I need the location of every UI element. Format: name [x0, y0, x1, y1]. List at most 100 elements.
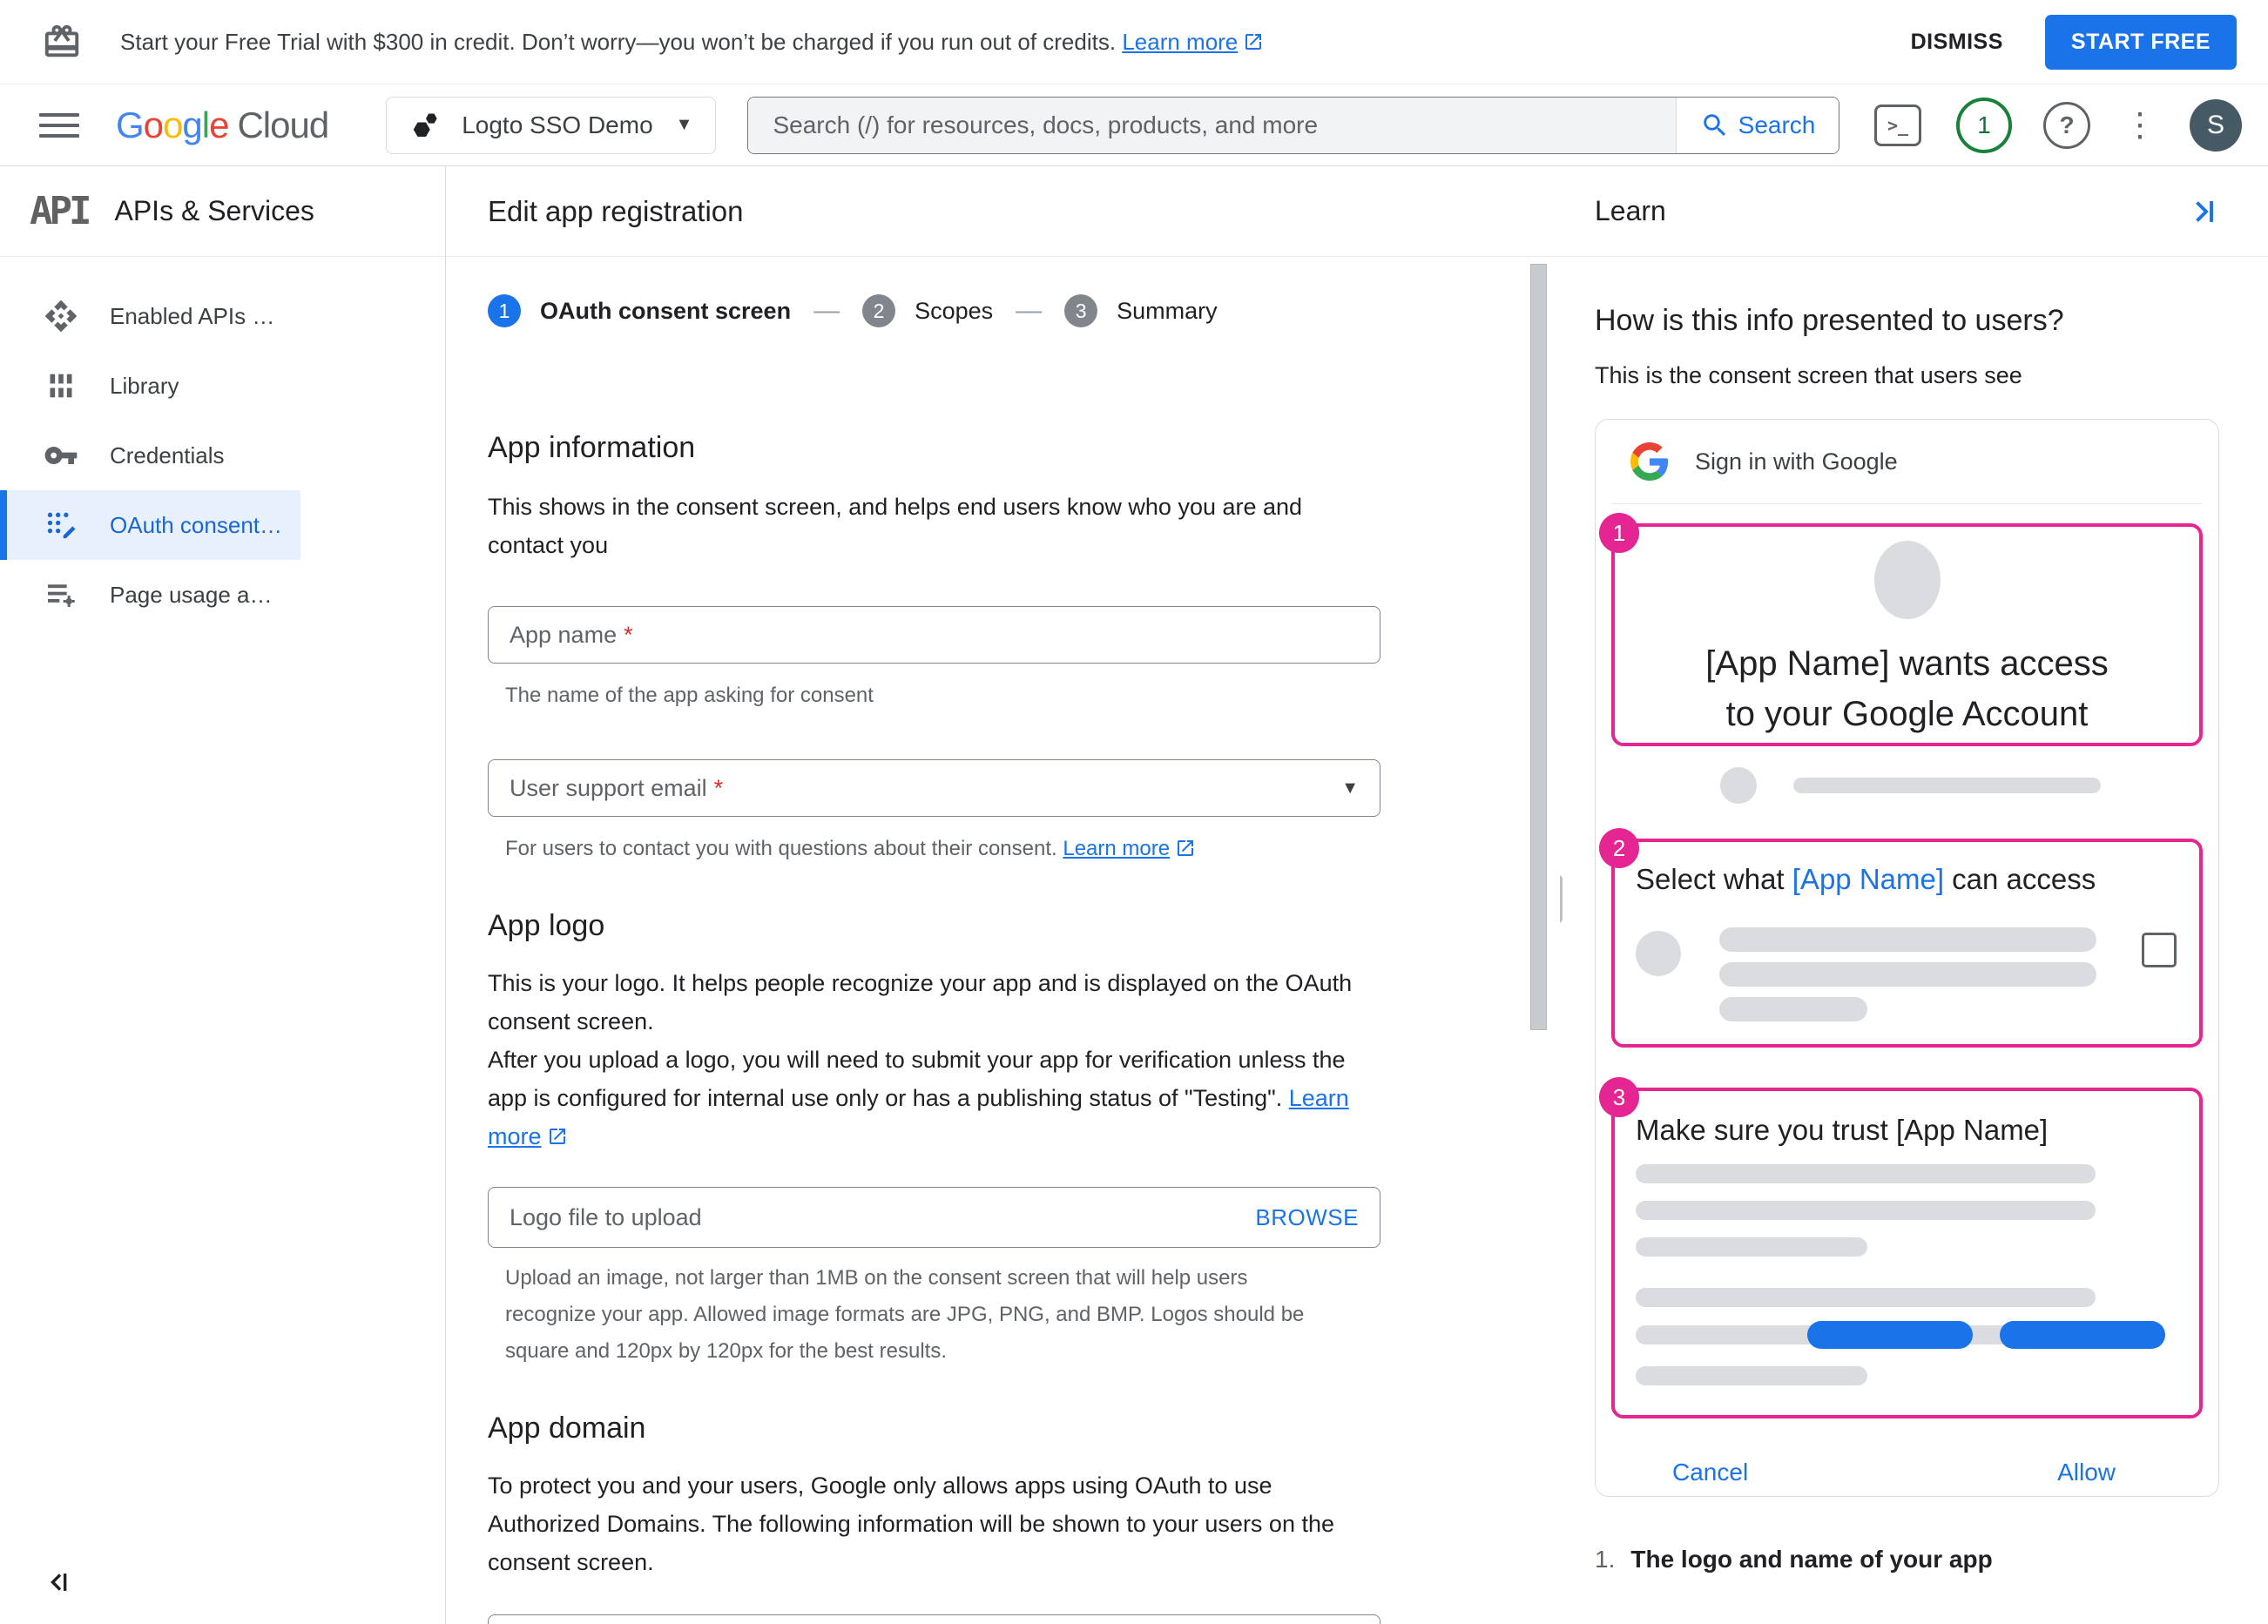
logo-upload-field[interactable]: Logo file to upload BROWSE: [488, 1187, 1380, 1248]
signin-header-text: Sign in with Google: [1695, 448, 1898, 475]
scope-line-placeholder: [1719, 927, 2096, 952]
learn-header: Learn: [1560, 166, 2268, 257]
search-input[interactable]: [748, 97, 1676, 153]
api-product-icon: API: [30, 189, 92, 233]
help-icon[interactable]: ?: [2043, 101, 2090, 149]
sidebar: API APIs & Services Enabled APIs … Libra…: [0, 166, 446, 1624]
sidebar-item-label: OAuth consent…: [110, 511, 282, 538]
more-options-icon[interactable]: ⋮: [2123, 109, 2157, 142]
library-icon: [50, 374, 72, 398]
external-link-icon: [1245, 33, 1262, 50]
account-avatar-placeholder: [1720, 767, 1757, 804]
sidebar-item-label: Credentials: [110, 441, 225, 468]
step-3-label[interactable]: Summary: [1117, 298, 1218, 325]
sidebar-item-label: Library: [110, 372, 179, 399]
step-1-circle: 1: [488, 294, 521, 327]
collapse-panel-icon[interactable]: [2188, 194, 2219, 229]
scope-icon-placeholder: [1636, 931, 1681, 976]
cancel-button[interactable]: Cancel: [1672, 1459, 1748, 1486]
free-trial-banner: Start your Free Trial with $300 in credi…: [0, 0, 2268, 84]
account-avatar[interactable]: S: [2190, 98, 2242, 152]
app-name-field[interactable]: App name *: [488, 606, 1380, 664]
collapse-sidebar-icon[interactable]: [45, 1565, 75, 1600]
oauth-consent-icon: [47, 512, 76, 539]
consent-preview-card: Sign in with Google 1 [App Name] wants a…: [1595, 419, 2219, 1497]
sidebar-item-credentials[interactable]: Credentials: [0, 421, 300, 490]
sidebar-item-page-usage[interactable]: Page usage a…: [0, 560, 300, 630]
sidebar-title: APIs & Services: [114, 195, 314, 226]
browse-button[interactable]: BROWSE: [1255, 1204, 1359, 1231]
external-link-icon: [549, 1129, 565, 1144]
select-caret-icon: ▼: [1341, 778, 1359, 798]
text-line-placeholder: [1636, 1237, 1867, 1257]
required-asterisk: *: [713, 774, 724, 801]
learn-subtitle: This is the consent screen that users se…: [1595, 362, 2022, 388]
sidebar-item-enabled-apis[interactable]: Enabled APIs …: [0, 281, 300, 351]
learn-panel: Learn How is this info presented to user…: [1560, 166, 2268, 1624]
global-search: Search: [747, 96, 1839, 154]
project-selector[interactable]: Logto SSO Demo ▼: [386, 96, 717, 154]
app-information-heading: App information: [488, 431, 696, 464]
google-cloud-logo: Google Cloud: [116, 104, 329, 145]
sidebar-nav: Enabled APIs … Library Credentials OAuth…: [0, 257, 445, 630]
step2-title: Select what [App Name] can access: [1636, 863, 2096, 895]
key-icon: [44, 447, 78, 464]
main-scrollbar[interactable]: [1530, 257, 1547, 1624]
gcp-console: Start your Free Trial with $300 in credi…: [0, 0, 2268, 1624]
link-pill-placeholder: [1807, 1321, 1973, 1349]
step3-title: Make sure you trust [App Name]: [1636, 1114, 2049, 1146]
support-email-learn-more-link[interactable]: Learn more: [1063, 837, 1170, 860]
dismiss-button[interactable]: DISMISS: [1911, 30, 2003, 55]
notifications-badge[interactable]: 1: [1956, 97, 2012, 153]
sidebar-item-label: Enabled APIs …: [110, 302, 275, 329]
step-dash: —: [1016, 296, 1043, 325]
learn-question: How is this info presented to users?: [1595, 304, 2064, 337]
learn-title: Learn: [1595, 195, 1666, 226]
step-2-label[interactable]: Scopes: [915, 298, 993, 325]
application-home-page-field[interactable]: Application home page: [488, 1614, 1380, 1624]
required-asterisk: *: [624, 621, 633, 648]
page-title: Edit app registration: [446, 166, 1559, 257]
list-number: 1.: [1595, 1546, 1616, 1573]
sidebar-header: API APIs & Services: [0, 166, 445, 257]
consent-title-line2: to your Google Account: [1725, 695, 2089, 733]
sidebar-item-oauth-consent[interactable]: OAuth consent…: [0, 490, 300, 560]
link-line-placeholder: [1636, 1321, 2165, 1349]
app-logo-placeholder: [1873, 541, 1941, 619]
panel-resize-handle[interactable]: [1560, 875, 1563, 923]
app-information-description: This shows in the consent screen, and he…: [488, 494, 1303, 558]
external-link-icon: [1178, 840, 1194, 856]
sidebar-item-library[interactable]: Library: [0, 351, 300, 421]
step-2-circle[interactable]: 2: [862, 294, 896, 327]
step2-badge: 2: [1599, 828, 1639, 868]
step3-badge: 3: [1599, 1077, 1639, 1117]
step-3-circle[interactable]: 3: [1064, 294, 1098, 327]
search-icon: [1703, 113, 1725, 136]
banner-text: Start your Free Trial with $300 in credi…: [120, 29, 1264, 56]
consent-title-line1: [App Name] wants access: [1705, 644, 2109, 683]
consent-card-header: Sign in with Google: [1611, 420, 2203, 504]
step1-badge: 1: [1599, 513, 1639, 553]
gift-icon: [44, 24, 79, 57]
scope-checkbox-placeholder: [2142, 933, 2177, 967]
chevron-down-icon: ▼: [675, 115, 693, 134]
search-button[interactable]: Search: [1676, 97, 1839, 153]
consent-actions: Cancel Allow: [1611, 1459, 2203, 1486]
scope-line-placeholder: [1719, 962, 2096, 987]
text-line-placeholder: [1636, 1164, 2096, 1183]
user-support-email-field[interactable]: User support email * ▼: [488, 759, 1380, 817]
learn-body: How is this info presented to users? Thi…: [1560, 257, 2268, 1573]
app-logo-heading: App logo: [488, 909, 605, 942]
allow-button[interactable]: Allow: [2057, 1459, 2116, 1486]
app-domain-heading: App domain: [488, 1412, 646, 1445]
scrollbar-thumb[interactable]: [1530, 264, 1547, 1030]
logo-upload-helper: Upload an image, not larger than 1MB on …: [505, 1266, 1305, 1363]
app-name-helper: The name of the app asking for consent: [505, 684, 874, 707]
consent-step3-box: 3 Make sure you trust [App Name]: [1599, 1077, 2203, 1418]
hamburger-menu-icon[interactable]: [39, 106, 79, 145]
banner-learn-more-link[interactable]: Learn more: [1122, 29, 1238, 55]
scope-skeleton: [1636, 927, 2178, 1021]
start-free-button[interactable]: START FREE: [2044, 14, 2237, 70]
google-g-icon: [1630, 442, 1669, 481]
cloud-shell-icon[interactable]: >_: [1874, 104, 1921, 146]
